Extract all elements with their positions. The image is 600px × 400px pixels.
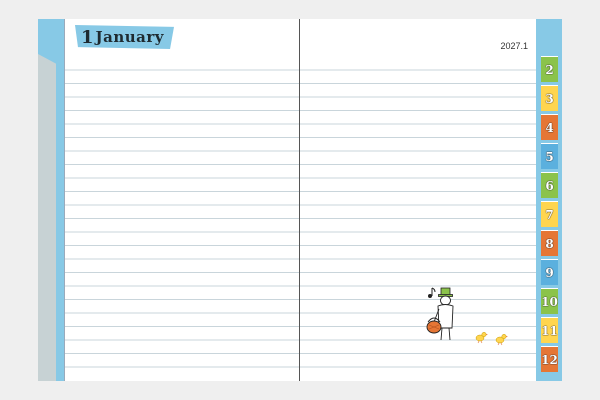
month-tabs: 2 3 4 5 6 7 8 9 10 11 12: [536, 19, 562, 381]
month-tab-5[interactable]: 5: [541, 143, 558, 169]
year-month-label: 2027.1: [500, 41, 528, 51]
month-tab-10[interactable]: 10: [541, 288, 558, 314]
month-banner: 1 January: [75, 25, 174, 49]
chick-icon: [495, 334, 508, 346]
page-spine: [299, 19, 300, 381]
month-tab-7[interactable]: 7: [541, 201, 558, 227]
month-number: 1: [81, 26, 94, 48]
character-with-basket-and-chicks-icon: [426, 287, 508, 346]
chick-icon: [475, 332, 488, 344]
month-tab-8[interactable]: 8: [541, 230, 558, 256]
ruled-lines-left: [65, 57, 300, 379]
month-tab-11[interactable]: 11: [541, 317, 558, 343]
left-blue-band: [56, 19, 64, 381]
month-tab-4[interactable]: 4: [541, 114, 558, 140]
month-tab-6[interactable]: 6: [541, 172, 558, 198]
month-name: January: [95, 28, 164, 46]
month-tab-9[interactable]: 9: [541, 259, 558, 285]
month-tab-2[interactable]: 2: [541, 56, 558, 82]
left-page[interactable]: 1 January: [64, 19, 300, 381]
month-tab-3[interactable]: 3: [541, 85, 558, 111]
month-tab-12[interactable]: 12: [541, 346, 558, 372]
music-note-icon: [428, 287, 436, 298]
